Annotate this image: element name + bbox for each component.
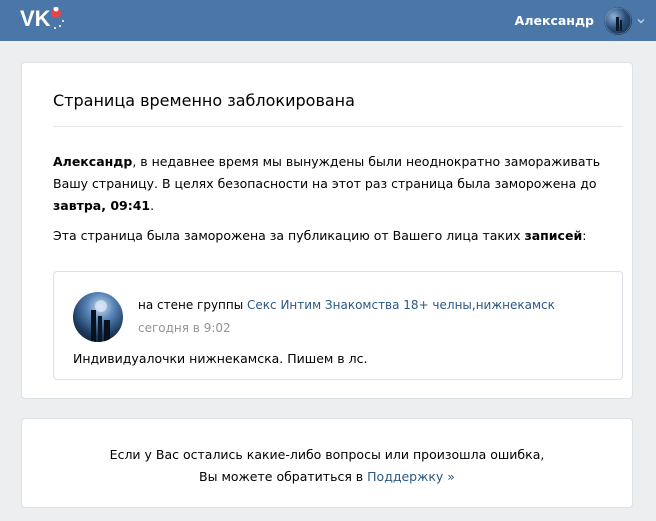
chevron-down-icon[interactable] xyxy=(636,16,646,26)
post-source-prefix: на стене группы xyxy=(138,298,248,312)
block-text-end: . xyxy=(150,198,155,213)
svg-text:VK: VK xyxy=(20,7,51,31)
user-menu[interactable]: Александр xyxy=(515,0,646,41)
reason-prefix: Эта страница была заморожена за публикац… xyxy=(53,228,525,243)
user-avatar[interactable] xyxy=(604,6,632,35)
support-text: Если у Вас остались какие-либо вопросы и… xyxy=(109,447,545,462)
block-text: , в недавнее время мы вынуждены были нео… xyxy=(53,154,601,191)
post-source: на стене группы Секс Интим Знакомства 18… xyxy=(138,298,555,312)
post-avatar[interactable] xyxy=(73,292,123,342)
support-link[interactable]: Поддержку » xyxy=(367,469,455,484)
reason-bold: записей xyxy=(524,228,583,243)
post-time[interactable]: сегодня в 9:02 xyxy=(138,321,231,335)
vk-logo-icon[interactable]: VK xyxy=(20,7,66,31)
divider xyxy=(53,126,623,127)
support-contact: Вы можете обратиться в Поддержку » xyxy=(22,469,632,484)
block-notice-card: Страница временно заблокирована Александ… xyxy=(21,62,633,399)
block-explanation: Александр, в недавнее время мы вынуждены… xyxy=(53,151,613,217)
blocked-post: на стене группы Секс Интим Знакомства 18… xyxy=(53,271,623,380)
user-name-bold: Александр xyxy=(53,154,133,169)
top-header: VK Александр xyxy=(0,0,656,41)
block-until: завтра, 09:41 xyxy=(53,198,151,213)
reason-text: Эта страница была заморожена за публикац… xyxy=(53,228,613,243)
post-text: Индивидуалочки нижнекамска. Пишем в лс. xyxy=(73,351,368,366)
page-title: Страница временно заблокирована xyxy=(53,91,355,110)
reason-end: : xyxy=(582,228,587,243)
support-prefix: Вы можете обратиться в xyxy=(199,469,368,484)
support-card: Если у Вас остались какие-либо вопросы и… xyxy=(21,418,633,508)
user-name[interactable]: Александр xyxy=(515,13,594,28)
group-link[interactable]: Секс Интим Знакомства 18+ челны,нижнекам… xyxy=(247,298,555,312)
